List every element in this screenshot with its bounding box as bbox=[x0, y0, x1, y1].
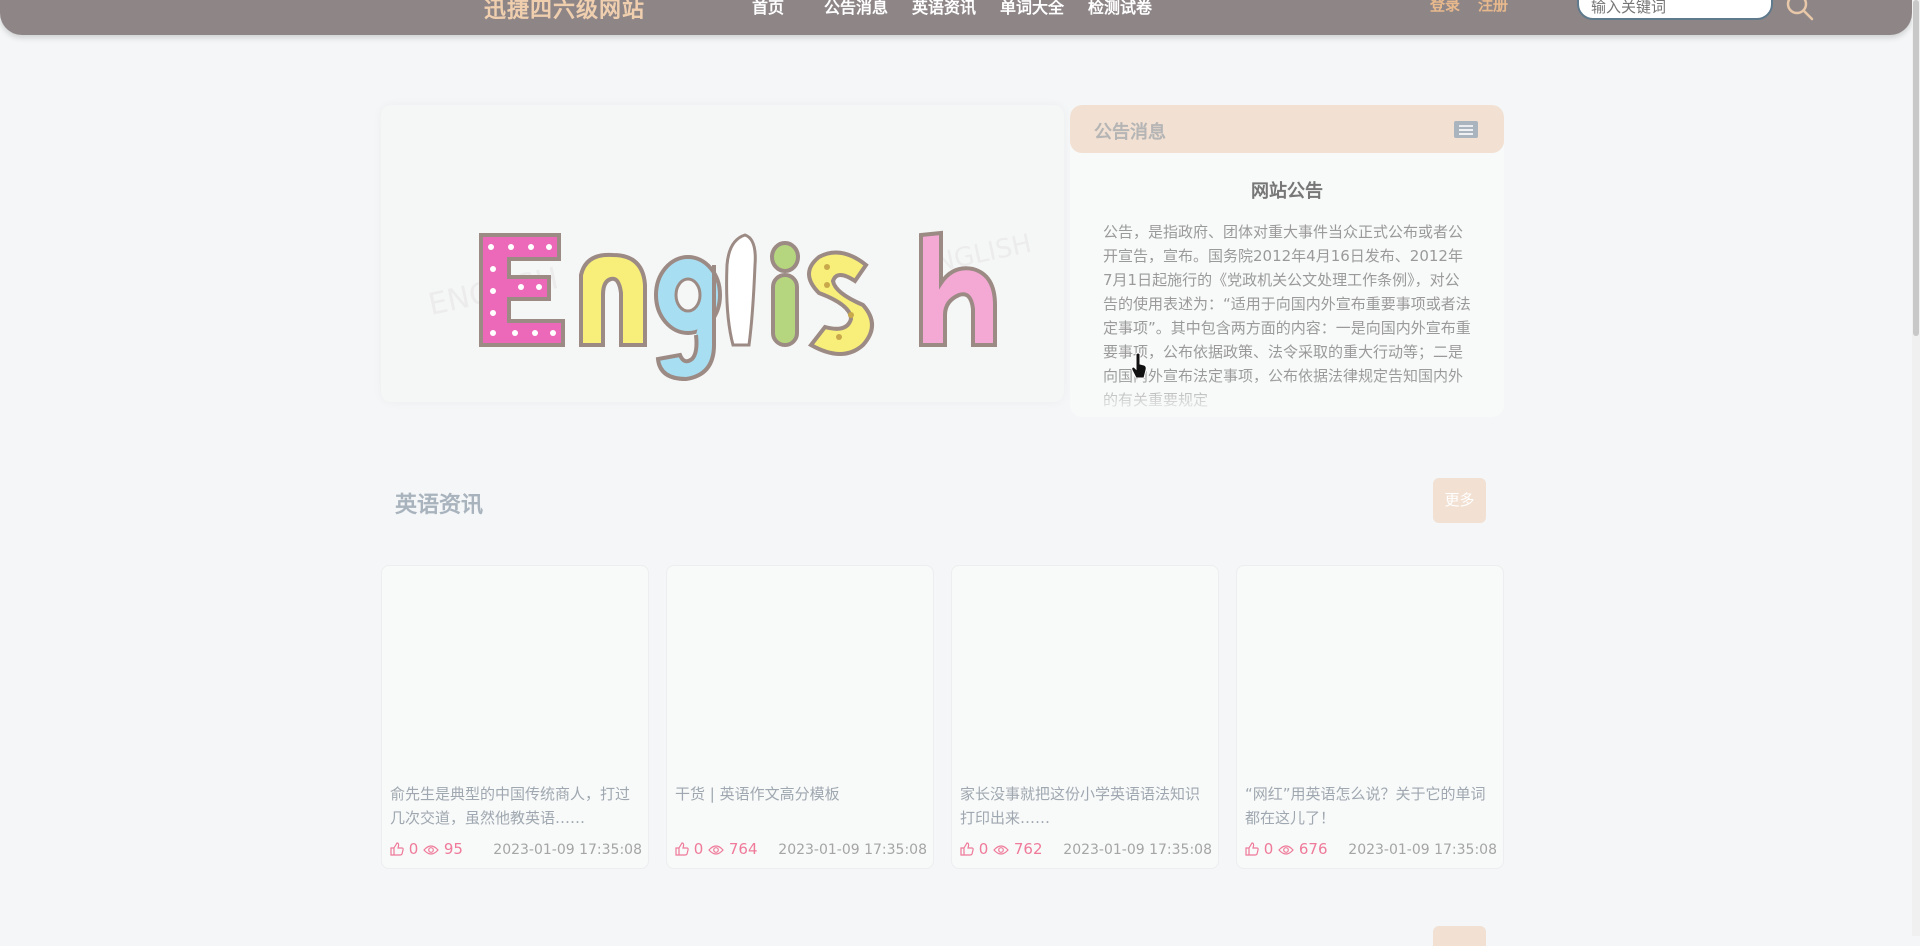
view-count: 676 bbox=[1298, 840, 1328, 858]
thumbs-up-icon[interactable] bbox=[960, 842, 974, 856]
news-card-stats: 0 676 bbox=[1245, 840, 1328, 858]
news-card-title[interactable]: 家长没事就把这份小学英语语法知识打印出来…… bbox=[960, 782, 1212, 830]
notice-panel-heading: 公告消息 bbox=[1094, 122, 1166, 143]
like-count: 0 bbox=[1263, 840, 1274, 858]
news-card-stats: 0 762 bbox=[960, 840, 1043, 858]
thumbs-up-icon[interactable] bbox=[675, 842, 689, 856]
news-card-stats: 0 95 bbox=[390, 840, 463, 858]
nav-item-home[interactable]: 首页 bbox=[752, 0, 784, 18]
search-icon[interactable] bbox=[1785, 0, 1815, 24]
site-logo[interactable]: 迅捷四六级网站 bbox=[484, 0, 645, 24]
news-card-title[interactable]: 俞先生是典型的中国传统商人，打过几次交道，虽然他教英语…… bbox=[390, 782, 642, 830]
more-icon[interactable] bbox=[1454, 121, 1478, 138]
eye-icon bbox=[423, 845, 439, 855]
news-card[interactable]: “网红”用英语怎么说？关于它的单词都在这儿了！ 0 676 2023-01-09… bbox=[1236, 565, 1504, 869]
news-card-image[interactable] bbox=[1237, 566, 1503, 766]
login-link[interactable]: 登录 bbox=[1430, 0, 1460, 15]
news-card-meta: 0 764 2023-01-09 17:35:08 bbox=[675, 840, 927, 860]
news-card-date: 2023-01-09 17:35:08 bbox=[778, 842, 927, 858]
english-letters-illustration: ENGLISH ENGLISH bbox=[425, 229, 1034, 382]
news-card-date: 2023-01-09 17:35:08 bbox=[493, 842, 642, 858]
like-count: 0 bbox=[978, 840, 989, 858]
news-card-meta: 0 676 2023-01-09 17:35:08 bbox=[1245, 840, 1497, 860]
view-count: 764 bbox=[728, 840, 758, 858]
nav-item-english-news[interactable]: 英语资讯 bbox=[912, 0, 976, 18]
more-button[interactable]: 更多 bbox=[1433, 478, 1486, 523]
banner-english-image[interactable]: ENGLISH ENGLISH bbox=[381, 105, 1064, 402]
scrollbar-thumb[interactable] bbox=[1913, 0, 1919, 336]
next-section-more-button[interactable] bbox=[1433, 926, 1486, 946]
news-card-stats: 0 764 bbox=[675, 840, 758, 858]
nav-item-vocabulary[interactable]: 单词大全 bbox=[1000, 0, 1064, 18]
register-link[interactable]: 注册 bbox=[1478, 0, 1508, 15]
notice-title[interactable]: 网站公告 bbox=[1070, 177, 1504, 203]
thumbs-up-icon[interactable] bbox=[1245, 842, 1259, 856]
page-scrollbar[interactable] bbox=[1912, 0, 1920, 936]
news-card-image[interactable] bbox=[667, 566, 933, 766]
eye-icon bbox=[708, 845, 724, 855]
search-input[interactable] bbox=[1577, 0, 1773, 20]
news-card-image[interactable] bbox=[382, 566, 648, 766]
view-count: 762 bbox=[1013, 840, 1043, 858]
news-card-title[interactable]: “网红”用英语怎么说？关于它的单词都在这儿了！ bbox=[1245, 782, 1497, 830]
eye-icon bbox=[993, 845, 1009, 855]
top-navigation-bar: 迅捷四六级网站 首页 公告消息 英语资讯 单词大全 检测试卷 登录 注册 bbox=[0, 0, 1912, 35]
news-card-meta: 0 762 2023-01-09 17:35:08 bbox=[960, 840, 1212, 860]
view-count: 95 bbox=[443, 840, 463, 858]
thumbs-up-icon[interactable] bbox=[390, 842, 404, 856]
hand-cursor-icon bbox=[1131, 352, 1147, 379]
eye-icon bbox=[1278, 845, 1294, 855]
news-card[interactable]: 家长没事就把这份小学英语语法知识打印出来…… 0 762 2023-01-09 … bbox=[951, 565, 1219, 869]
news-card[interactable]: 俞先生是典型的中国传统商人，打过几次交道，虽然他教英语…… 0 95 2023-… bbox=[381, 565, 649, 869]
news-card-image[interactable] bbox=[952, 566, 1218, 766]
nav-item-tests[interactable]: 检测试卷 bbox=[1088, 0, 1152, 18]
news-card-date: 2023-01-09 17:35:08 bbox=[1348, 842, 1497, 858]
news-card[interactable]: 干货 | 英语作文高分模板 0 764 2023-01-09 17:35:08 bbox=[666, 565, 934, 869]
notice-fade-overlay bbox=[1070, 377, 1504, 417]
news-card-title[interactable]: 干货 | 英语作文高分模板 bbox=[675, 782, 927, 830]
nav-item-notices[interactable]: 公告消息 bbox=[824, 0, 888, 18]
notice-panel-header: 公告消息 bbox=[1070, 105, 1504, 153]
like-count: 0 bbox=[693, 840, 704, 858]
section-title-english-news: 英语资讯 bbox=[395, 493, 484, 518]
news-card-date: 2023-01-09 17:35:08 bbox=[1063, 842, 1212, 858]
news-card-meta: 0 95 2023-01-09 17:35:08 bbox=[390, 840, 642, 860]
like-count: 0 bbox=[408, 840, 419, 858]
